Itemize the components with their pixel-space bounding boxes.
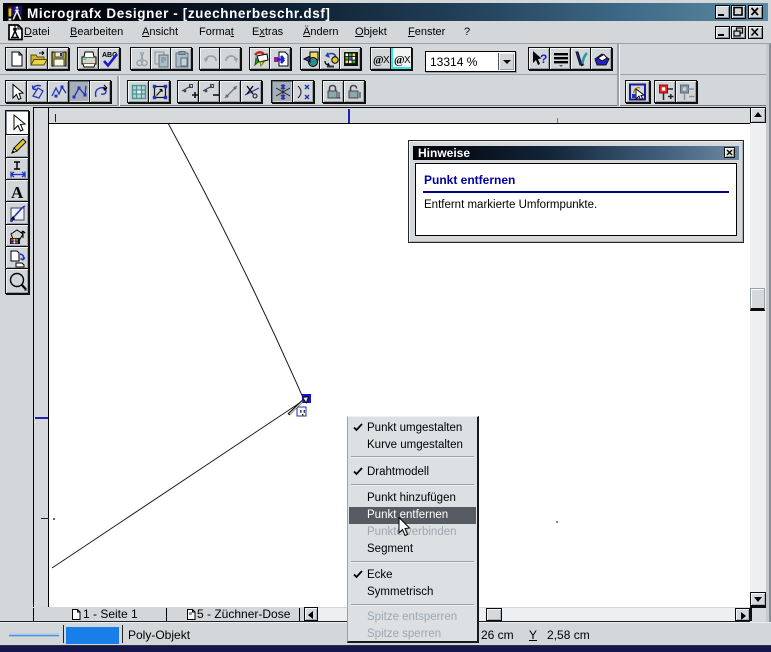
svg-text:A: A bbox=[11, 183, 24, 202]
svg-text:X: X bbox=[383, 55, 390, 66]
svg-text:X: X bbox=[404, 55, 411, 66]
svg-text:?: ? bbox=[540, 52, 547, 66]
